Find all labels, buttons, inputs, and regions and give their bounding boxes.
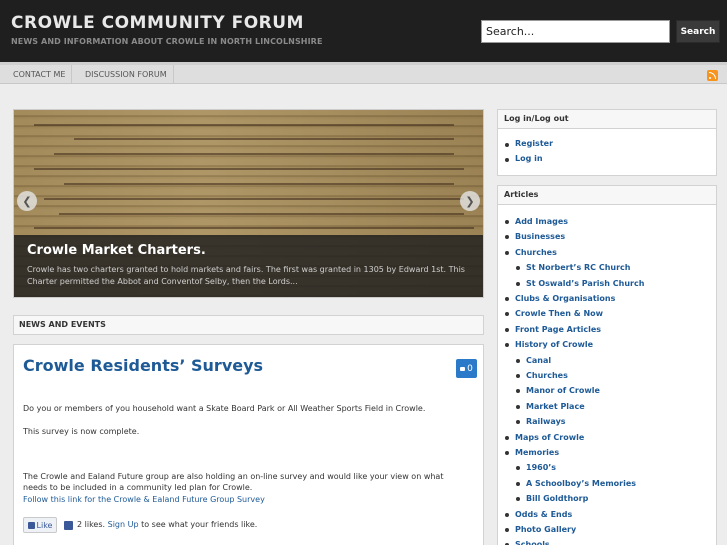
news-section-heading: NEWS AND EVENTS — [13, 315, 484, 335]
slider-next-arrow-icon[interactable]: ❯ — [460, 191, 480, 211]
sidebar-article-link[interactable]: Canal — [526, 356, 551, 365]
likes-count: 2 likes. — [77, 520, 106, 529]
featured-slider[interactable]: ❮ ❯ Crowle Market Charters. Crowle has t… — [13, 109, 484, 298]
list-bullet — [516, 404, 520, 409]
sidebar-article-link[interactable]: Churches — [515, 248, 557, 257]
list-bullet — [505, 312, 509, 317]
sidebar-article-link[interactable]: St Oswald’s Parish Church — [526, 279, 644, 288]
list-bullet — [516, 266, 520, 271]
sidebar-article-link[interactable]: St Norbert’s RC Church — [526, 263, 630, 272]
list-bullet — [516, 466, 520, 471]
slide-title[interactable]: Crowle Market Charters. — [27, 243, 206, 258]
list-bullet — [505, 158, 509, 162]
list-bullet — [516, 420, 520, 425]
list-bullet — [505, 220, 509, 224]
list-bullet — [505, 528, 509, 532]
sidebar-article-link[interactable]: A Schoolboy’s Memories — [526, 479, 636, 488]
search-button[interactable]: Search — [676, 20, 720, 43]
list-bullet — [505, 250, 509, 255]
sidebar-article-link[interactable]: Add Images — [515, 217, 568, 226]
slider-prev-arrow-icon[interactable]: ❮ — [17, 191, 37, 211]
sidebar-article-link[interactable]: Churches — [526, 371, 568, 380]
login-link[interactable]: Log in — [515, 154, 543, 163]
nav-item-discussion-forum[interactable]: DISCUSSION FORUM — [79, 65, 174, 84]
sidebar-article-link[interactable]: History of Crowle — [515, 340, 593, 349]
thumbs-up-icon — [27, 521, 35, 529]
list-bullet — [516, 358, 520, 363]
sidebar-article-link[interactable]: Clubs & Organisations — [515, 294, 615, 303]
post-paragraph: The Crowle and Ealand Future group are a… — [23, 472, 444, 492]
articles-widget: Articles Add Images Businesses Churches St … — [497, 185, 717, 545]
list-bullet — [516, 374, 520, 378]
list-bullet — [505, 235, 509, 240]
list-bullet — [516, 481, 520, 486]
facebook-icon — [64, 521, 73, 530]
main-nav: CONTACT ME DISCUSSION FORUM — [0, 62, 727, 84]
comment-count-badge[interactable]: 0 — [456, 359, 477, 378]
sidebar-article-link[interactable]: Railways — [526, 417, 566, 426]
list-bullet — [505, 327, 509, 332]
comment-icon — [460, 366, 466, 371]
list-bullet — [505, 435, 509, 440]
sidebar-article-link[interactable]: Odds & Ends — [515, 510, 572, 519]
search-input[interactable] — [481, 20, 670, 43]
register-link[interactable]: Register — [515, 139, 553, 148]
likes-suffix: to see what your friends like. — [141, 520, 258, 529]
sidebar-article-link[interactable]: Market Place — [526, 402, 585, 411]
sign-up-link[interactable]: Sign Up — [108, 520, 139, 529]
survey-link[interactable]: Follow this link for the Crowle & Ealand… — [23, 494, 463, 505]
like-count-text: 2 likes. Sign Up to see what your friend… — [77, 520, 257, 529]
sidebar-article-link[interactable]: Bill Goldthorp — [526, 494, 588, 503]
sidebar-article-link[interactable]: 1960’s — [526, 463, 556, 472]
slide-excerpt: Crowle has two charters granted to hold … — [27, 265, 465, 286]
sidebar-article-link[interactable]: Maps of Crowle — [515, 433, 584, 442]
post-paragraph: Do you or members of you household want … — [23, 404, 426, 413]
sidebar-article-link[interactable]: Memories — [515, 448, 559, 457]
sidebar-article-link[interactable]: Photo Gallery — [515, 525, 576, 534]
sidebar-article-link[interactable]: Front Page Articles — [515, 325, 601, 334]
facebook-like-button[interactable]: Like — [23, 517, 57, 533]
news-post: Crowle Residents’ Surveys 0 Do you or me… — [13, 344, 484, 545]
site-header: CROWLE COMMUNITY FORUM NEWS AND INFORMAT… — [0, 0, 727, 62]
sidebar-article-link[interactable]: Crowle Then & Now — [515, 309, 603, 318]
slide-caption: Crowle Market Charters. Crowle has two c… — [14, 235, 483, 297]
sidebar-article-link[interactable]: Schools — [515, 540, 550, 545]
like-label: Like — [36, 520, 53, 530]
list-bullet — [516, 281, 520, 286]
list-bullet — [516, 497, 520, 502]
site-tagline: NEWS AND INFORMATION ABOUT CROWLE IN NOR… — [11, 37, 323, 46]
sidebar-article-link[interactable]: Manor of Crowle — [526, 386, 600, 395]
nav-item-contact-me[interactable]: CONTACT ME — [7, 65, 73, 84]
post-title[interactable]: Crowle Residents’ Surveys — [23, 356, 263, 375]
site-title[interactable]: CROWLE COMMUNITY FORUM — [11, 13, 304, 33]
list-bullet — [505, 512, 509, 517]
articles-widget-title: Articles — [498, 186, 716, 205]
list-bullet — [505, 451, 509, 455]
login-widget-title: Log in/Log out — [498, 110, 716, 129]
list-bullet — [505, 297, 509, 301]
rss-icon[interactable] — [707, 70, 718, 81]
sidebar-article-link[interactable]: Businesses — [515, 232, 565, 241]
list-bullet — [505, 143, 509, 147]
comment-count: 0 — [467, 363, 473, 374]
list-bullet — [505, 343, 509, 348]
list-bullet — [516, 389, 520, 394]
post-paragraph: This survey is now complete. — [23, 427, 140, 436]
login-widget: Log in/Log out Register Log in — [497, 109, 717, 176]
